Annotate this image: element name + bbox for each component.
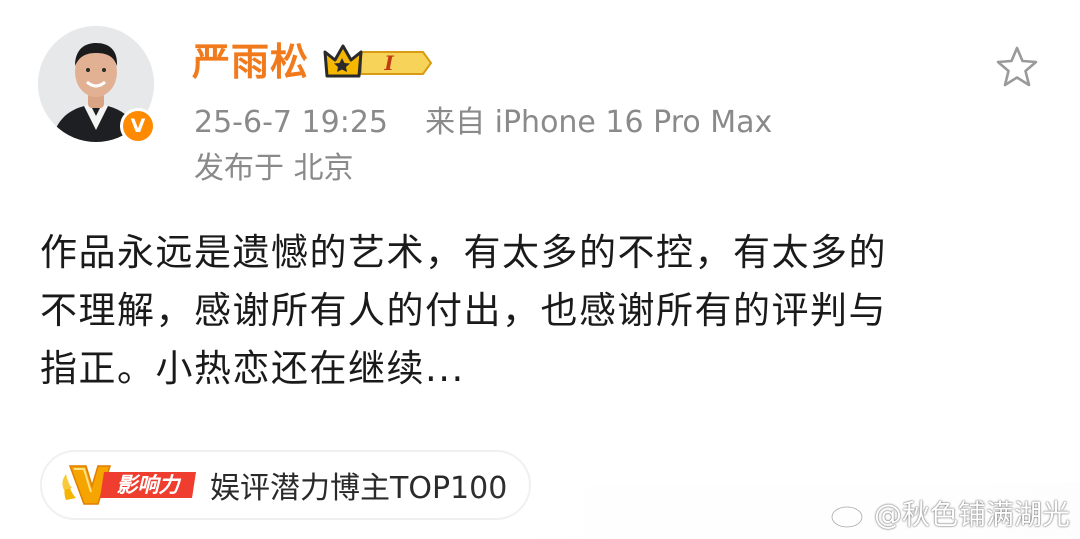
verified-badge-icon: V xyxy=(120,108,156,144)
vip-crown-badge[interactable]: I xyxy=(323,42,433,84)
influence-v-icon: 影响力 xyxy=(62,465,196,505)
weibo-logo-icon xyxy=(830,499,866,529)
post-location: 发布于 北京 xyxy=(194,151,354,186)
post-timestamp[interactable]: 25-6-7 19:25 xyxy=(194,105,388,140)
post-source: 来自 iPhone 16 Pro Max xyxy=(425,105,773,140)
crown-icon: I xyxy=(323,44,433,78)
weibo-post-card: V 严雨松 I 25-6-7 19:25 来自 iPhone 16 Pro Ma… xyxy=(0,0,1080,539)
influence-badge-text: 影响力 xyxy=(117,473,182,497)
favorite-button[interactable] xyxy=(993,44,1041,90)
post-meta-line: 25-6-7 19:25 来自 iPhone 16 Pro Max xyxy=(194,104,772,142)
post-content-line: 不理解，感谢所有人的付出，也感谢所有的评判与 xyxy=(40,289,887,332)
author-name[interactable]: 严雨松 xyxy=(192,38,309,86)
post-content-line: 指正。小热恋还在继续... xyxy=(40,347,465,390)
watermark: @秋色铺满湖光 xyxy=(830,493,1070,533)
star-icon xyxy=(996,46,1038,87)
influence-tag[interactable]: 影响力 娱评潜力博主TOP100 xyxy=(40,450,532,520)
post-content-line: 作品永远是遗憾的艺术，有太多的不控，有太多的 xyxy=(40,231,887,274)
influence-title: 娱评潜力博主TOP100 xyxy=(210,471,508,506)
post-content: 作品永远是遗憾的艺术，有太多的不控，有太多的 不理解，感谢所有人的付出，也感谢所… xyxy=(40,224,1010,398)
watermark-text: @秋色铺满湖光 xyxy=(873,498,1070,531)
avatar-container[interactable]: V xyxy=(38,26,156,144)
verified-badge-letter: V xyxy=(130,115,146,137)
vip-level-text: I xyxy=(383,51,394,75)
influence-badge: 影响力 xyxy=(58,460,200,510)
